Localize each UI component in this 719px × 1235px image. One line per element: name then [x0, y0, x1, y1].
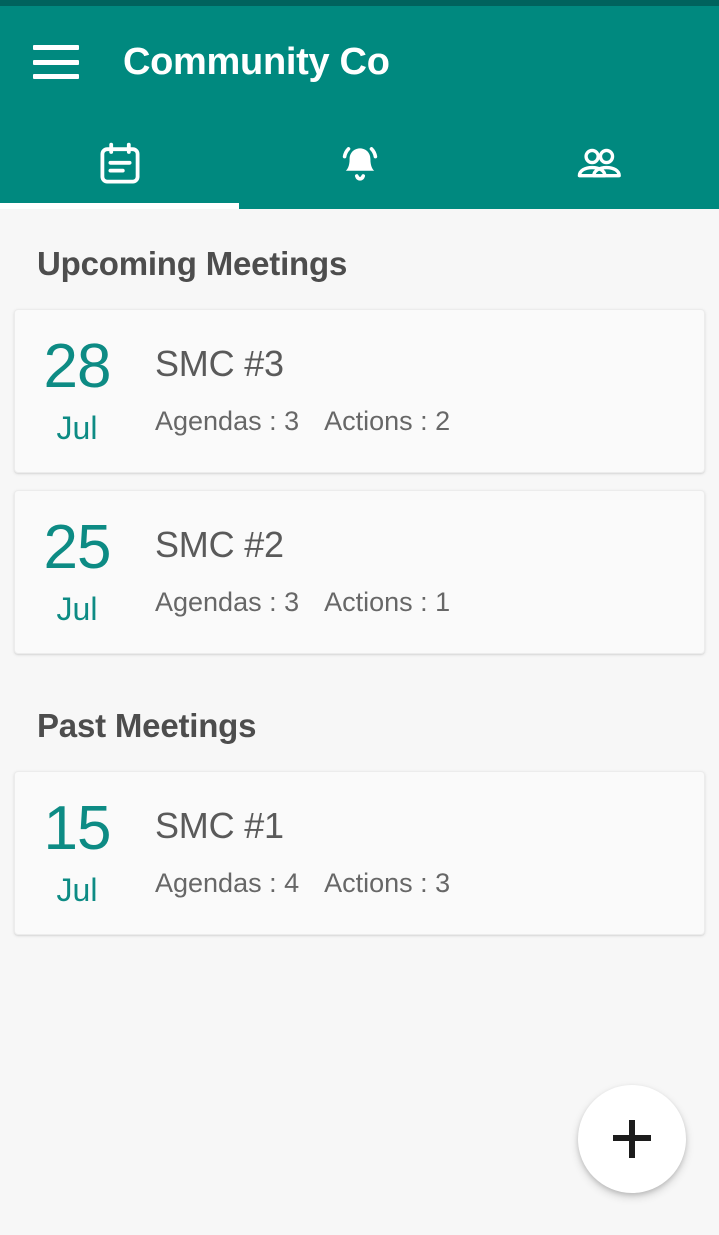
- meeting-actions-count: Actions : 1: [324, 587, 451, 617]
- meeting-month: Jul: [56, 872, 98, 908]
- calendar-event-icon: [96, 140, 144, 188]
- meeting-details: SMC #1 Agendas : 4 Actions : 3: [133, 805, 704, 899]
- meeting-agendas-count: Agendas : 3: [155, 587, 300, 617]
- meeting-meta: Agendas : 3 Actions : 1: [155, 587, 704, 618]
- people-group-icon: [574, 139, 624, 189]
- hamburger-line: [33, 45, 79, 50]
- tab-notifications[interactable]: [240, 118, 480, 209]
- add-meeting-fab[interactable]: [578, 1085, 686, 1193]
- app-bar: Community Co: [0, 6, 719, 209]
- hamburger-menu-icon[interactable]: [33, 45, 79, 79]
- bell-ringing-icon: [336, 140, 384, 188]
- meeting-details: SMC #3 Agendas : 3 Actions : 2: [133, 343, 704, 437]
- meeting-day: 25: [43, 513, 112, 582]
- app-root: Community Co Upcoming Meetings 28 Jul SM…: [0, 0, 719, 1235]
- meeting-name: SMC #1: [155, 805, 284, 846]
- meeting-details: SMC #2 Agendas : 3 Actions : 1: [133, 524, 704, 618]
- meeting-agendas-count: Agendas : 4: [155, 868, 300, 898]
- meeting-date: 28 Jul: [15, 332, 133, 446]
- tab-bar: [0, 118, 719, 209]
- meeting-date: 25 Jul: [15, 513, 133, 627]
- meeting-day: 28: [43, 332, 112, 401]
- meeting-name: SMC #2: [155, 524, 284, 565]
- meeting-name: SMC #3: [155, 343, 284, 384]
- meeting-month: Jul: [56, 591, 98, 627]
- content-area: Upcoming Meetings 28 Jul SMC #3 Agendas …: [0, 209, 719, 1235]
- meeting-day: 15: [43, 794, 112, 863]
- meeting-card[interactable]: 15 Jul SMC #1 Agendas : 4 Actions : 3: [14, 771, 705, 935]
- meeting-month: Jul: [56, 410, 98, 446]
- meeting-actions-count: Actions : 2: [324, 406, 451, 436]
- section-title-upcoming: Upcoming Meetings: [37, 245, 348, 282]
- meeting-agendas-count: Agendas : 3: [155, 406, 300, 436]
- meeting-meta: Agendas : 4 Actions : 3: [155, 868, 704, 899]
- meeting-card[interactable]: 28 Jul SMC #3 Agendas : 3 Actions : 2: [14, 309, 705, 473]
- meeting-date: 15 Jul: [15, 794, 133, 908]
- tab-meetings[interactable]: [0, 118, 240, 209]
- meeting-meta: Agendas : 3 Actions : 2: [155, 406, 704, 437]
- app-bar-top-row: Community Co: [0, 6, 719, 118]
- hamburger-line: [33, 74, 79, 79]
- tab-members[interactable]: [479, 118, 719, 209]
- meeting-card[interactable]: 25 Jul SMC #2 Agendas : 3 Actions : 1: [14, 490, 705, 654]
- plus-icon: [613, 1120, 651, 1158]
- page-title: Community Co: [123, 40, 390, 83]
- meeting-actions-count: Actions : 3: [324, 868, 451, 898]
- hamburger-line: [33, 59, 79, 65]
- section-title-past: Past Meetings: [37, 707, 257, 744]
